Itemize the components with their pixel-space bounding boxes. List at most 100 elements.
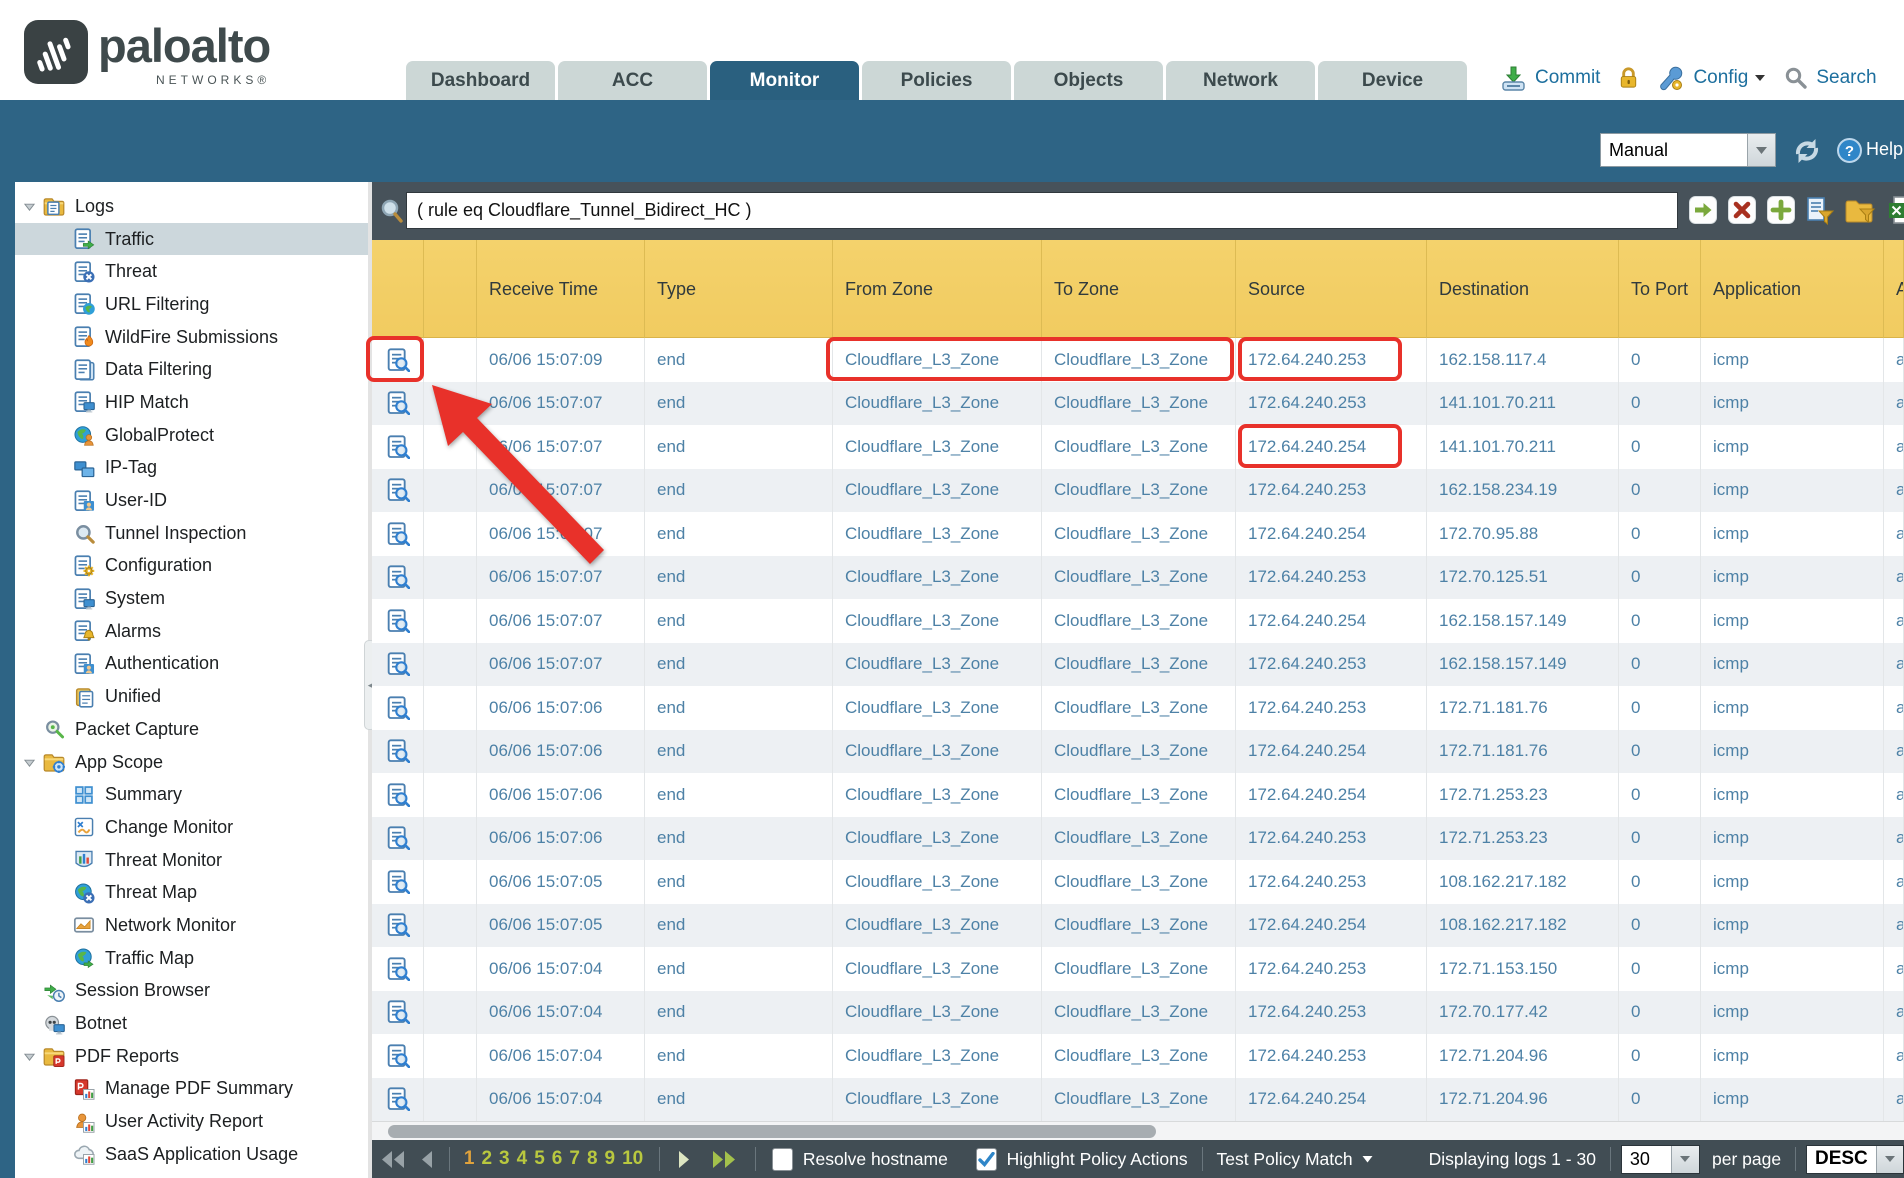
log-detail-icon[interactable] (372, 904, 424, 948)
log-filter-input[interactable] (406, 192, 1678, 229)
config-icon[interactable] (1657, 65, 1685, 92)
expand-caret-icon[interactable] (23, 200, 37, 213)
log-detail-icon[interactable] (372, 469, 424, 513)
help-icon[interactable]: ? (1836, 137, 1863, 164)
page-number-8[interactable]: 8 (587, 1148, 598, 1170)
prev-page-icon[interactable] (420, 1151, 433, 1168)
help-link[interactable]: Help (1866, 139, 1903, 160)
sidebar-item-alarms[interactable]: Alarms (15, 615, 368, 648)
tab-dashboard[interactable]: Dashboard (406, 61, 555, 100)
tab-policies[interactable]: Policies (862, 61, 1011, 100)
scrollbar-thumb[interactable] (388, 1125, 1156, 1138)
column-header-destination[interactable]: Destination (1427, 240, 1619, 338)
log-detail-icon[interactable] (372, 382, 424, 426)
sidebar-item-network-monitor[interactable]: Network Monitor (15, 909, 368, 942)
sidebar-item-configuration[interactable]: Configuration (15, 550, 368, 583)
sidebar-item-saas-application-usage[interactable]: SaaS Application Usage (15, 1138, 368, 1171)
sidebar-item-traffic[interactable]: Traffic (15, 223, 368, 256)
sidebar-item-botnet[interactable]: Botnet (15, 1007, 368, 1040)
commit-icon[interactable] (1500, 65, 1527, 92)
page-number-1[interactable]: 1 (464, 1148, 475, 1170)
column-header-to-port[interactable]: To Port (1619, 240, 1701, 338)
column-header-type[interactable]: Type (645, 240, 833, 338)
sidebar-item-summary[interactable]: Summary (15, 778, 368, 811)
page-size-caret-icon[interactable] (1671, 1146, 1699, 1173)
sidebar-item-threat-monitor[interactable]: Threat Monitor (15, 844, 368, 877)
log-detail-icon[interactable] (372, 643, 424, 687)
sidebar-item-unified[interactable]: Unified (15, 680, 368, 713)
page-size-select[interactable]: 30 (1621, 1145, 1700, 1174)
log-detail-icon[interactable] (372, 338, 424, 382)
filter-builder-icon[interactable] (1805, 195, 1835, 225)
column-header-from-zone[interactable]: From Zone (833, 240, 1042, 338)
sidebar-item-manage-pdf-summary[interactable]: Manage PDF Summary (15, 1073, 368, 1106)
sidebar-item-traffic-map[interactable]: Traffic Map (15, 942, 368, 975)
search-button[interactable]: Search (1816, 67, 1876, 89)
column-header-receive-time[interactable]: Receive Time (477, 240, 645, 338)
column-header-application[interactable]: Application (1701, 240, 1884, 338)
test-policy-match-button[interactable]: Test Policy Match (1216, 1149, 1352, 1170)
sidebar-item-packet-capture[interactable]: Packet Capture (15, 713, 368, 746)
sidebar-item-authentication[interactable]: Authentication (15, 648, 368, 681)
refresh-icon[interactable] (1792, 136, 1822, 166)
export-icon[interactable] (1887, 195, 1904, 225)
tab-acc[interactable]: ACC (558, 61, 707, 100)
sidebar-item-data-filtering[interactable]: Data Filtering (15, 353, 368, 386)
page-number-6[interactable]: 6 (552, 1148, 563, 1170)
sidebar-item-pdf-reports[interactable]: PDF Reports (15, 1040, 368, 1073)
highlight-policy-actions-checkbox[interactable] (976, 1148, 997, 1171)
first-page-icon[interactable] (380, 1151, 406, 1168)
sidebar-item-user-activity-report[interactable]: User Activity Report (15, 1105, 368, 1138)
log-detail-icon[interactable] (372, 512, 424, 556)
column-header-to-zone[interactable]: To Zone (1042, 240, 1236, 338)
page-number-10[interactable]: 10 (622, 1148, 643, 1170)
log-detail-icon[interactable] (372, 1078, 424, 1122)
log-detail-icon[interactable] (372, 947, 424, 991)
expand-caret-icon[interactable] (23, 756, 37, 769)
lock-icon[interactable] (1616, 65, 1641, 91)
log-detail-icon[interactable] (372, 1034, 424, 1078)
refresh-interval-select[interactable]: Manual (1600, 133, 1776, 167)
log-detail-icon[interactable] (372, 991, 424, 1035)
log-detail-icon[interactable] (372, 773, 424, 817)
log-detail-icon[interactable] (372, 425, 424, 469)
last-page-icon[interactable] (711, 1151, 737, 1168)
page-number-4[interactable]: 4 (517, 1148, 528, 1170)
sidebar-item-change-monitor[interactable]: Change Monitor (15, 811, 368, 844)
log-detail-icon[interactable] (372, 730, 424, 774)
sidebar-item-threat-map[interactable]: Threat Map (15, 876, 368, 909)
sidebar-item-globalprotect[interactable]: GlobalProtect (15, 419, 368, 452)
page-number-7[interactable]: 7 (569, 1148, 580, 1170)
sort-order-select[interactable]: DESC (1806, 1145, 1904, 1174)
config-button[interactable]: Config (1693, 67, 1748, 89)
commit-button[interactable]: Commit (1535, 67, 1600, 89)
apply-filter-icon[interactable] (1688, 195, 1718, 225)
tab-device[interactable]: Device (1318, 61, 1467, 100)
column-header-a[interactable]: A (1884, 240, 1904, 338)
add-filter-icon[interactable] (1766, 195, 1796, 225)
test-policy-caret-icon[interactable] (1362, 1155, 1373, 1163)
page-number-3[interactable]: 3 (499, 1148, 510, 1170)
load-filter-icon[interactable] (1844, 195, 1878, 225)
config-caret-icon[interactable] (1754, 74, 1766, 82)
sidebar-item-wildfire-submissions[interactable]: WildFire Submissions (15, 321, 368, 354)
expand-caret-icon[interactable] (23, 1050, 37, 1063)
search-icon[interactable] (1784, 66, 1808, 90)
tab-objects[interactable]: Objects (1014, 61, 1163, 100)
clear-filter-icon[interactable] (1727, 195, 1757, 225)
sidebar-item-tunnel-inspection[interactable]: Tunnel Inspection (15, 517, 368, 550)
sidebar-item-logs[interactable]: Logs (15, 190, 368, 223)
column-header-source[interactable]: Source (1236, 240, 1427, 338)
log-detail-icon[interactable] (372, 556, 424, 600)
tab-network[interactable]: Network (1166, 61, 1315, 100)
log-detail-icon[interactable] (372, 860, 424, 904)
resolve-hostname-checkbox[interactable] (772, 1148, 793, 1171)
log-detail-icon[interactable] (372, 599, 424, 643)
sidebar-item-app-scope[interactable]: App Scope (15, 746, 368, 779)
page-number-5[interactable]: 5 (534, 1148, 545, 1170)
refresh-interval-caret-icon[interactable] (1747, 134, 1775, 166)
log-detail-icon[interactable] (372, 817, 424, 861)
sidebar-item-url-filtering[interactable]: URL Filtering (15, 288, 368, 321)
sidebar-item-hip-match[interactable]: HIP Match (15, 386, 368, 419)
horizontal-scrollbar[interactable] (372, 1121, 1904, 1140)
